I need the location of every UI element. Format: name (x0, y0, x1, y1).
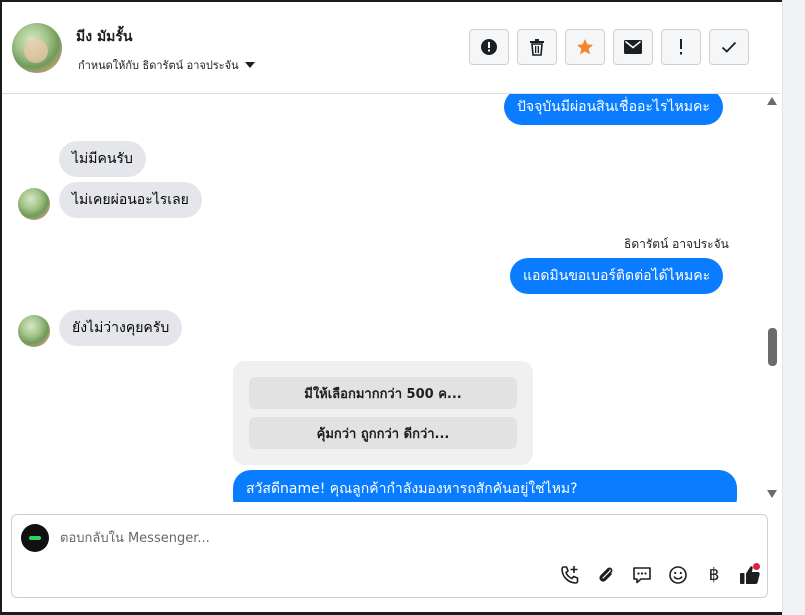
conversation-header: มีง มัมรั้น กำหนดให้กับ ธิดารัตน์ อาจประ… (2, 2, 780, 94)
emoji-icon (669, 566, 687, 584)
follow-up-button[interactable] (661, 29, 701, 65)
contact-avatar-small[interactable] (18, 188, 50, 220)
reply-input[interactable] (60, 527, 660, 549)
mark-done-button[interactable] (709, 29, 749, 65)
assign-dropdown[interactable]: กำหนดให้กับ ธิดารัตน์ อาจประจัน (78, 56, 255, 74)
page-avatar (21, 524, 49, 552)
payment-button[interactable]: ฿ (696, 561, 760, 589)
delete-button[interactable] (517, 29, 557, 65)
quick-reply-button[interactable]: มีให้เลือกมากกว่า 500 ค... (249, 377, 517, 409)
message-bubble-incoming[interactable]: ไม่เคยผ่อนอะไรเลย (59, 182, 202, 218)
scroll-up-arrow[interactable] (767, 97, 777, 105)
star-button[interactable] (565, 29, 605, 65)
header-actions (469, 29, 749, 65)
message-bubble-incoming[interactable]: ยังไม่ว่างคุยครับ (59, 310, 183, 346)
quick-reply-card: มีให้เลือกมากกว่า 500 ค... คุ้มกว่า ถูกก… (233, 361, 533, 465)
scroll-down-arrow[interactable] (767, 490, 777, 498)
check-icon (721, 41, 737, 53)
attach-button[interactable] (588, 561, 624, 589)
message-list[interactable]: ปัจจุบันมีผ่อนสินเชื่ออะไรไหมคะ ไม่มีคนร… (2, 94, 780, 502)
message-bubble-incoming[interactable]: ไม่มีคนรับ (59, 141, 146, 177)
call-button[interactable] (552, 561, 588, 589)
scrollbar-thumb[interactable] (768, 328, 777, 366)
message-bubble-outgoing[interactable]: ปัจจุบันมีผ่อนสินเชื่ออะไรไหมคะ (504, 94, 723, 125)
message-bubble-outgoing[interactable]: แอดมินขอเบอร์ติดต่อได้ไหมคะ (510, 258, 724, 294)
window-right-edge (782, 0, 805, 615)
quick-reply-button[interactable]: คุ้มกว่า ถูกกว่า ดีกว่า... (249, 417, 517, 449)
sender-name: ธิดารัตน์ อาจประจัน (624, 237, 729, 251)
contact-avatar-small[interactable] (18, 315, 50, 347)
like-button[interactable] (732, 561, 768, 589)
notification-dot (753, 563, 760, 570)
star-icon (577, 39, 593, 55)
emoji-button[interactable] (660, 561, 696, 589)
exclamation-icon (680, 39, 682, 55)
chat-bubble-icon (633, 567, 651, 584)
contact-avatar[interactable] (12, 23, 62, 73)
composer-tools: ฿ (552, 561, 768, 589)
trash-icon (530, 39, 544, 56)
contact-name[interactable]: มีง มัมรั้น (76, 26, 133, 48)
phone-plus-icon (561, 566, 579, 584)
paperclip-icon (599, 567, 613, 582)
baht-icon: ฿ (708, 565, 720, 585)
saved-replies-button[interactable] (624, 561, 660, 589)
mark-unread-button[interactable] (613, 29, 653, 65)
mail-icon (624, 40, 642, 54)
caret-down-icon (244, 62, 255, 68)
message-bubble-outgoing[interactable]: สวัสดีname! คุณลูกค้ากำลังมองหารถสักคันอ… (233, 470, 737, 502)
mark-spam-button[interactable] (469, 29, 509, 65)
assign-label: กำหนดให้กับ ธิดารัตน์ อาจประจัน (78, 59, 239, 72)
reply-composer: ฿ (11, 514, 768, 598)
alert-circle-icon (481, 39, 497, 55)
